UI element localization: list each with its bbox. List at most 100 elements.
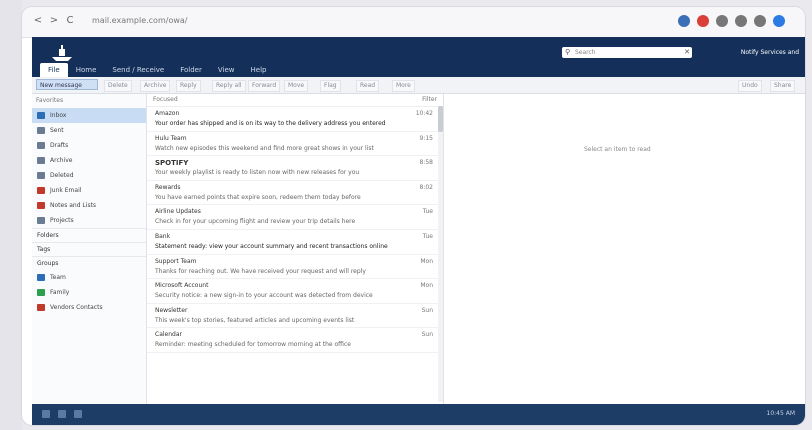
menu-icon[interactable] (735, 15, 747, 27)
group-item[interactable]: Team (32, 270, 146, 285)
tab-folder[interactable]: Folder (172, 63, 210, 77)
folder-icon (37, 217, 45, 224)
folder-icon (37, 172, 45, 179)
folder-item[interactable]: Archive (32, 153, 146, 168)
list-header: Focused Filter (147, 94, 443, 107)
folder-item[interactable]: Deleted (32, 168, 146, 183)
folder-icon (37, 142, 45, 149)
tab-send-receive[interactable]: Send / Receive (104, 63, 172, 77)
search-input[interactable]: ⚲ Search ✕ (562, 47, 692, 58)
toolbar-reply-all-button[interactable]: Reply all (212, 80, 246, 92)
extension-icon[interactable] (697, 15, 709, 27)
left-strip (0, 0, 22, 430)
star-icon[interactable] (754, 15, 766, 27)
tab-file[interactable]: File (40, 63, 68, 77)
toolbar-reply-button[interactable]: Reply (176, 80, 201, 92)
message-row[interactable]: Rewards You have earned points that expir… (147, 181, 443, 206)
toolbar-share-button[interactable]: Share (770, 80, 796, 92)
clear-icon[interactable]: ✕ (684, 47, 690, 58)
message-row[interactable]: Microsoft Account Security notice: a new … (147, 279, 443, 304)
tab-help[interactable]: Help (243, 63, 275, 77)
message-row[interactable]: Support Team Thanks for reaching out. We … (147, 255, 443, 280)
message-date: Mon (420, 282, 433, 290)
message-sender: Airline Updates (155, 208, 201, 216)
toolbar: New message Delete Archive Reply Reply all F… (32, 77, 805, 94)
folder-item[interactable]: Junk Email (32, 183, 146, 198)
reading-pane: Select an item to read (444, 94, 805, 404)
group-item[interactable]: Family (32, 285, 146, 300)
message-date: Tue (422, 232, 433, 240)
message-row[interactable]: Hulu Team Watch new episodes this weekend… (147, 132, 443, 157)
group-item[interactable]: Vendors Contacts (32, 300, 146, 315)
search-taskbar-icon[interactable] (58, 410, 66, 418)
user-name[interactable]: Notify Services and (741, 47, 799, 58)
scrollbar-thumb[interactable] (438, 106, 443, 132)
folder-item[interactable]: Sent (32, 123, 146, 138)
message-subject: Thanks for reaching out. We have receive… (155, 267, 366, 275)
bookmark-icon[interactable] (716, 15, 728, 27)
toolbar-undo-button[interactable]: Undo (738, 80, 762, 92)
group-label: Vendors Contacts (50, 304, 103, 311)
toolbar-forward-button[interactable]: Forward (248, 80, 281, 92)
message-subject: Your order has shipped and is on its way… (155, 120, 386, 127)
filter-button[interactable]: Filter (422, 94, 437, 106)
folder-item[interactable]: Notes and Lists (32, 198, 146, 213)
address-bar[interactable]: mail.example.com/owa/ (92, 14, 272, 28)
message-row[interactable]: Airline Updates Check in for your upcomin… (147, 205, 443, 230)
start-icon[interactable] (42, 410, 50, 418)
message-subject: Check in for your upcoming flight and re… (155, 218, 356, 226)
message-subject: Statement ready: view your account summa… (155, 242, 388, 250)
tab-view[interactable]: View (210, 63, 243, 77)
message-row[interactable]: Bank Statement ready: view your account s… (147, 230, 443, 255)
folder-label: Sent (50, 127, 64, 134)
tab-home[interactable]: Home (68, 63, 105, 77)
message-row[interactable]: Calendar Reminder: meeting scheduled for … (147, 328, 443, 353)
folder-label: Notes and Lists (50, 202, 97, 209)
message-date: 9:15 (419, 134, 433, 142)
message-row[interactable]: Amazon Your order has shipped and is on i… (147, 107, 443, 132)
message-row[interactable]: Newsletter This week's top stories, featu… (147, 304, 443, 329)
message-date: 8:02 (419, 183, 433, 191)
group-icon (37, 289, 45, 296)
folder-item[interactable]: Inbox (32, 108, 146, 123)
folder-label: Deleted (50, 172, 74, 179)
app-header: File Home Send / Receive Folder View Help ⚲ S… (32, 37, 805, 77)
forward-icon[interactable]: > (48, 15, 60, 27)
browser-taskbar-icon[interactable] (74, 410, 82, 418)
group-icon (37, 304, 45, 311)
clock: 10:45 AM (766, 410, 795, 417)
folder-label: Drafts (50, 142, 69, 149)
browser-window: < > C mail.example.com/owa/ File Home Send… (22, 7, 805, 425)
message-date: Mon (420, 257, 433, 265)
new-message-button[interactable]: New message (36, 79, 98, 90)
back-icon[interactable]: < (32, 15, 44, 27)
toolbar-flag-button[interactable]: Flag (320, 80, 341, 92)
message-subject: Security notice: a new sign-in to your a… (155, 292, 373, 300)
toolbar-archive-button[interactable]: Archive (140, 80, 171, 92)
groups-header[interactable]: Groups (32, 256, 146, 270)
group-label: Team (50, 274, 66, 281)
folder-item[interactable]: Projects (32, 213, 146, 228)
favorites-header[interactable]: Favorites (32, 94, 146, 108)
message-date: Sun (421, 331, 433, 339)
search-placeholder: Search (575, 49, 596, 56)
message-sender: Hulu Team (155, 134, 187, 142)
toolbar-delete-button[interactable]: Delete (104, 80, 132, 92)
folders-section[interactable]: Folders (32, 228, 146, 242)
message-row[interactable]: SPOTIFY Your weekly playlist is ready to … (147, 156, 443, 181)
toolbar-more-button[interactable]: More (392, 80, 415, 92)
group-icon (37, 274, 45, 281)
message-subject: Reminder: meeting scheduled for tomorrow… (155, 341, 351, 349)
reload-icon[interactable]: C (64, 15, 76, 27)
profile-icon[interactable] (773, 15, 785, 27)
list-scrollbar[interactable] (438, 106, 443, 402)
folder-item[interactable]: Drafts (32, 138, 146, 153)
focused-tab[interactable]: Focused (153, 96, 178, 103)
folder-icon (37, 157, 45, 164)
toolbar-read-button[interactable]: Read (356, 80, 380, 92)
shield-icon[interactable] (678, 15, 690, 27)
tags-section[interactable]: Tags (32, 242, 146, 256)
toolbar-move-button[interactable]: Move (284, 80, 309, 92)
group-label: Family (50, 289, 70, 296)
message-sender: Amazon (155, 110, 180, 117)
